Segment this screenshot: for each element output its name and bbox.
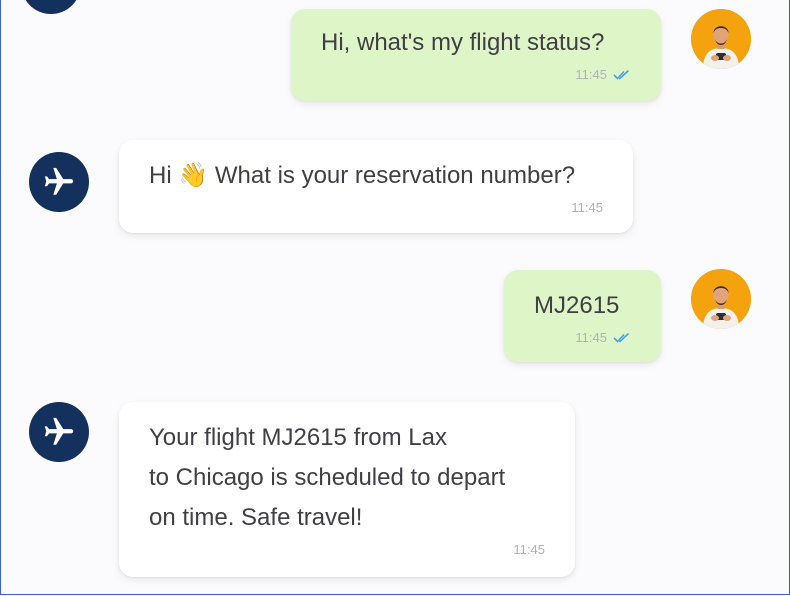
bot-avatar (29, 152, 89, 212)
message-meta: 11:45 (513, 542, 545, 557)
message-meta: 11:45 (575, 330, 631, 345)
bot-message-bubble: Your flight MJ2615 from Lax to Chicago i… (119, 402, 575, 577)
message-time: 11:45 (571, 200, 603, 215)
message-text: Hi 👋 What is your reservation number? (149, 162, 576, 189)
user-avatar (691, 9, 751, 69)
message-text: Your flight MJ2615 from Lax to Chicago i… (149, 424, 506, 531)
chat-window: Hi, what's my flight status? 11:45 Hi 👋 … (0, 0, 790, 595)
user-message-bubble: MJ2615 11:45 (504, 270, 661, 362)
double-check-icon (613, 69, 630, 80)
message-text: Hi, what's my flight status? (321, 29, 605, 56)
user-photo-icon (691, 9, 751, 69)
user-photo-icon (691, 269, 751, 329)
message-meta: 11:45 (571, 200, 603, 215)
double-check-icon (613, 332, 630, 343)
bot-avatar (29, 402, 89, 462)
message-time: 11:45 (575, 330, 607, 345)
message-time: 11:45 (575, 67, 607, 82)
bot-message-bubble: Hi 👋 What is your reservation number? 11… (119, 140, 633, 233)
message-meta: 11:45 (575, 67, 631, 82)
airplane-icon (44, 417, 74, 445)
message-time: 11:45 (513, 542, 545, 557)
user-avatar (691, 269, 751, 329)
airplane-icon (44, 167, 74, 195)
bot-avatar-partial (21, 0, 81, 14)
message-text: MJ2615 (534, 292, 620, 319)
user-message-bubble: Hi, what's my flight status? 11:45 (291, 9, 661, 101)
